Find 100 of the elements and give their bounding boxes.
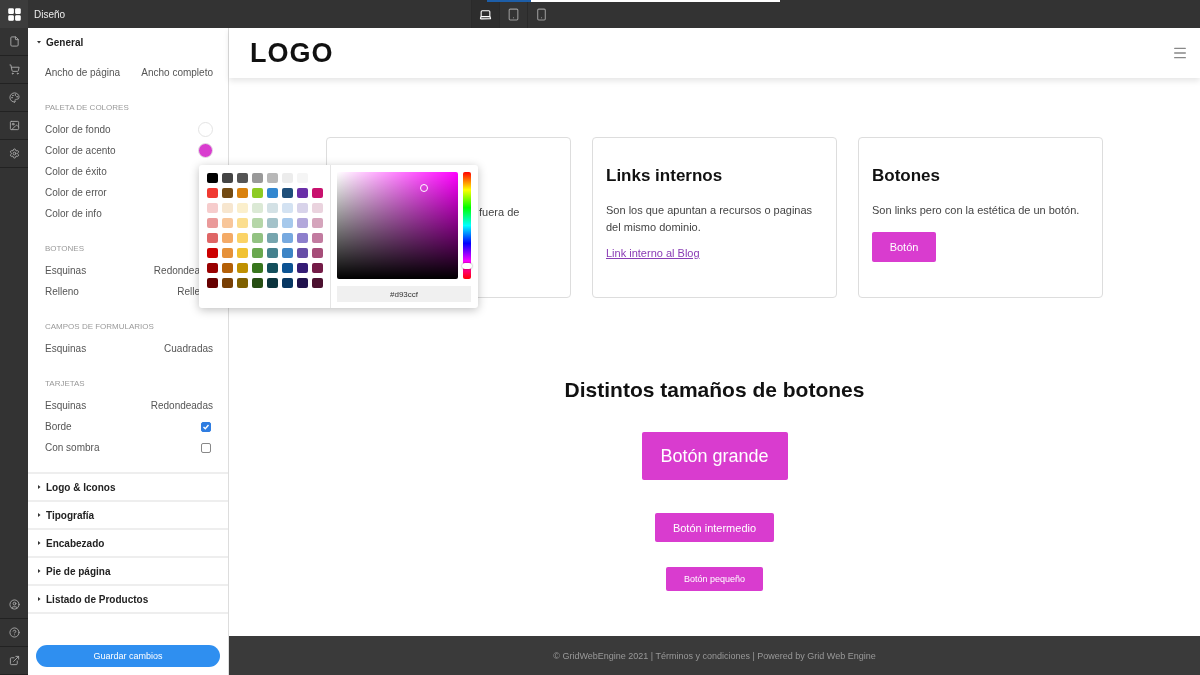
color-swatch[interactable] <box>267 218 278 228</box>
color-swatch[interactable] <box>252 173 263 183</box>
color-swatch[interactable] <box>297 203 308 213</box>
color-swatch[interactable] <box>297 218 308 228</box>
color-swatch[interactable] <box>312 248 323 258</box>
color-swatch[interactable] <box>222 263 233 273</box>
color-swatch[interactable] <box>222 218 233 228</box>
color-swatch[interactable] <box>207 233 218 243</box>
phone-icon <box>535 7 548 21</box>
checkbox[interactable] <box>201 442 211 453</box>
setting-value[interactable]: Redondea <box>153 265 200 276</box>
sample-button[interactable]: Botón intermedio <box>655 513 774 542</box>
blog-link[interactable]: Link interno al Blog <box>606 247 700 259</box>
hex-field[interactable]: #d93ccf <box>337 286 471 302</box>
color-swatch[interactable] <box>267 173 278 183</box>
color-swatch[interactable] <box>282 188 293 198</box>
group-heading: CAMPOS DE FORMULARIOS <box>45 322 155 331</box>
logo[interactable]: LOGO <box>250 37 334 69</box>
setting-value[interactable]: Cuadradas <box>164 343 213 354</box>
color-swatch[interactable] <box>267 248 278 258</box>
color-swatch[interactable] <box>252 263 263 273</box>
group-heading: TARJETAS <box>45 379 86 388</box>
device-toggle[interactable] <box>471 0 499 28</box>
color-swatch[interactable] <box>222 278 233 288</box>
color-swatch[interactable] <box>222 203 233 213</box>
color-swatch[interactable] <box>237 188 248 198</box>
color-swatch[interactable] <box>222 233 233 243</box>
color-swatch[interactable] <box>267 278 278 288</box>
color-swatch[interactable] <box>222 188 233 198</box>
color-swatch[interactable] <box>297 248 308 258</box>
color-swatch[interactable] <box>282 218 293 228</box>
color-swatch[interactable] <box>282 233 293 243</box>
color-swatch[interactable] <box>282 248 293 258</box>
color-swatch[interactable] <box>207 248 218 258</box>
hue-thumb[interactable] <box>462 263 472 270</box>
color-swatch[interactable] <box>237 203 248 213</box>
color-swatch[interactable] <box>207 263 218 273</box>
color-swatch[interactable] <box>282 278 293 288</box>
color-swatch[interactable] <box>297 233 308 243</box>
color-swatch[interactable] <box>312 218 323 228</box>
color-swatch[interactable] <box>252 233 263 243</box>
color-swatch[interactable] <box>267 233 278 243</box>
color-swatch[interactable] <box>207 203 218 213</box>
caret-icon <box>37 541 41 545</box>
external-link-icon <box>8 655 20 666</box>
color-swatch[interactable] <box>198 143 213 158</box>
color-swatch[interactable] <box>237 173 248 183</box>
setting-value[interactable]: Redondeadas <box>150 400 213 411</box>
color-swatch[interactable] <box>297 278 308 288</box>
color-swatch[interactable] <box>312 188 323 198</box>
help-icon <box>8 627 20 638</box>
color-swatch[interactable] <box>282 263 293 273</box>
color-swatch[interactable] <box>267 188 278 198</box>
sample-button[interactable]: Botón grande <box>641 432 788 480</box>
menu-icon[interactable] <box>1172 45 1188 61</box>
color-swatch[interactable] <box>222 248 233 258</box>
saturation-field[interactable] <box>337 172 458 279</box>
setting-value[interactable]: Relle <box>177 286 200 297</box>
footer-text: © GridWebEngine 2021 | Términos y condiciones | Powered by Grid Web Engine <box>553 650 876 661</box>
color-swatch[interactable] <box>267 263 278 273</box>
color-swatch[interactable] <box>207 218 218 228</box>
caret-icon <box>37 569 41 573</box>
checkbox[interactable] <box>201 421 211 432</box>
color-swatch[interactable] <box>312 278 323 288</box>
color-swatch[interactable] <box>252 248 263 258</box>
color-swatch[interactable] <box>312 203 323 213</box>
color-swatch[interactable] <box>252 278 263 288</box>
color-swatch[interactable] <box>252 218 263 228</box>
settings-icon <box>8 148 20 159</box>
color-swatch[interactable] <box>267 203 278 213</box>
color-swatch[interactable] <box>237 233 248 243</box>
color-swatch[interactable] <box>312 263 323 273</box>
image-icon <box>8 120 20 131</box>
color-swatch[interactable] <box>237 248 248 258</box>
color-swatch[interactable] <box>207 188 218 198</box>
section-title: Encabezado <box>46 537 105 549</box>
sample-button[interactable]: Botón pequeño <box>666 567 763 591</box>
setting-value[interactable]: Ancho completo <box>141 67 213 78</box>
section-title: Tipografía <box>46 509 95 521</box>
caret-icon <box>37 485 41 489</box>
hue-slider[interactable] <box>463 172 471 279</box>
color-swatch[interactable] <box>237 263 248 273</box>
color-swatch[interactable] <box>282 203 293 213</box>
card-title: Botones <box>872 166 941 186</box>
setting-label: Color de info <box>45 208 102 219</box>
color-swatch[interactable] <box>252 203 263 213</box>
color-swatch[interactable] <box>207 173 218 183</box>
app-grid-icon[interactable] <box>6 6 22 22</box>
color-swatch[interactable] <box>237 278 248 288</box>
color-swatch[interactable] <box>222 173 233 183</box>
sample-button[interactable]: Botón <box>872 232 936 262</box>
color-swatch[interactable] <box>252 188 263 198</box>
color-swatch[interactable] <box>312 233 323 243</box>
setting-label: Esquinas <box>45 265 87 276</box>
color-swatch[interactable] <box>207 278 218 288</box>
setting-label: Ancho de página <box>45 67 121 78</box>
color-swatch[interactable] <box>297 188 308 198</box>
color-swatch[interactable] <box>237 218 248 228</box>
color-swatch[interactable] <box>297 263 308 273</box>
setting-label: Color de acento <box>45 145 116 156</box>
